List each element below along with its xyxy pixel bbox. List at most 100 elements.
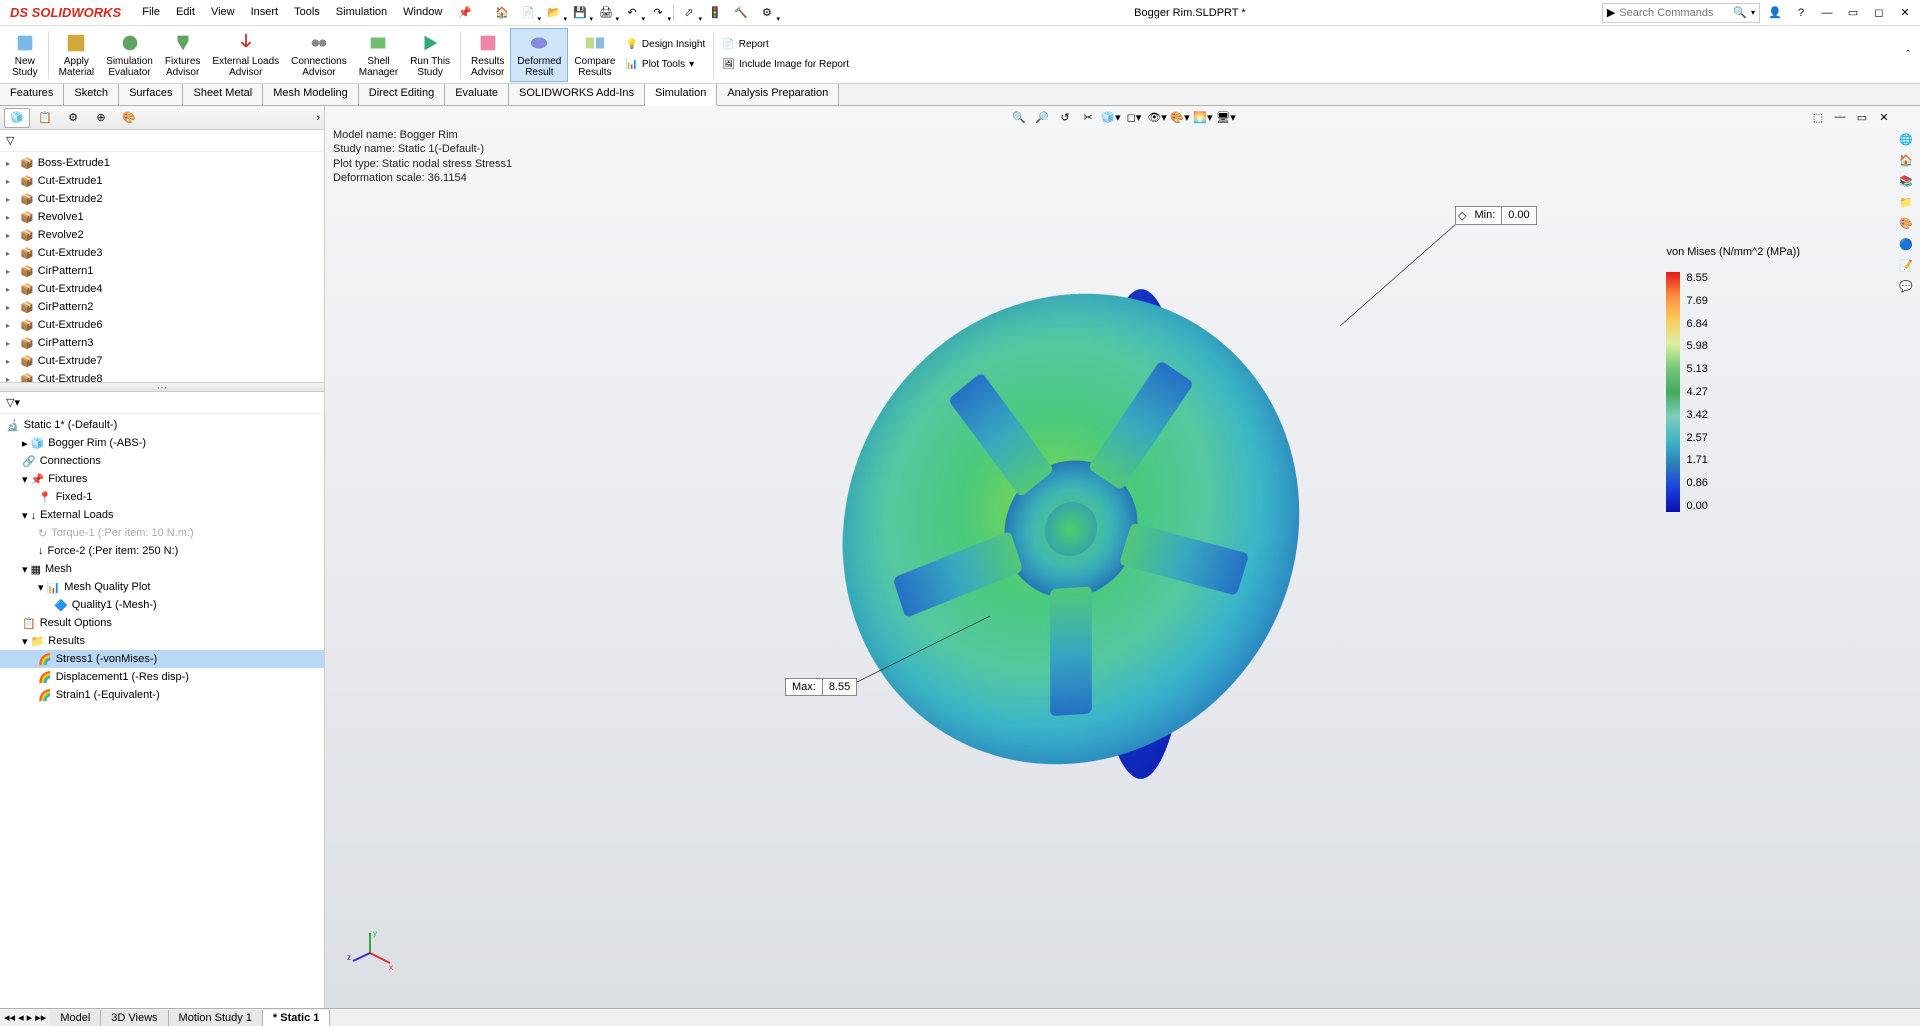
- tab-sheet-metal[interactable]: Sheet Metal: [183, 84, 263, 105]
- restore-icon[interactable]: ▭: [1842, 3, 1864, 23]
- maximize-icon[interactable]: ◻: [1868, 3, 1890, 23]
- tab-analysis-prep[interactable]: Analysis Preparation: [717, 84, 839, 105]
- doc-maximize-icon[interactable]: ▭: [1852, 108, 1872, 126]
- displacement-plot-node[interactable]: 🌈 Displacement1 (-Res disp-): [0, 668, 324, 686]
- panel-splitter[interactable]: [0, 382, 324, 392]
- user-icon[interactable]: 👤: [1764, 3, 1786, 23]
- compare-results-button[interactable]: CompareResults: [568, 28, 621, 82]
- print-icon[interactable]: 🖨: [595, 3, 617, 23]
- tab-features[interactable]: Features: [0, 84, 64, 105]
- view-orient-icon[interactable]: 🧊▾: [1101, 108, 1121, 126]
- view-settings-icon[interactable]: 🖥▾: [1216, 108, 1236, 126]
- tp-design-library-icon[interactable]: 📚: [1896, 172, 1916, 190]
- run-this-study-button[interactable]: Run ThisStudy: [404, 28, 456, 82]
- tab-sketch[interactable]: Sketch: [64, 84, 119, 105]
- tab-addins[interactable]: SOLIDWORKS Add-Ins: [509, 84, 645, 105]
- feature-revolve2[interactable]: ▸📦Revolve2: [0, 226, 324, 244]
- tp-custom-props-icon[interactable]: 📝: [1896, 256, 1916, 274]
- graphics-viewport[interactable]: 🔍 🔎 ↺ ✂ 🧊▾ ◻▾ 👁▾ 🎨▾ 🌅▾ 🖥▾ 🌐 🏠 📚 📁 🎨 🔵 📝 …: [325, 106, 1920, 1008]
- strain-plot-node[interactable]: 🌈 Strain1 (-Equivalent-): [0, 686, 324, 704]
- doc-link-icon[interactable]: ⬚: [1808, 108, 1828, 126]
- display-manager-tab-icon[interactable]: 🎨: [116, 108, 142, 128]
- tp-view-palette-icon[interactable]: 🎨: [1896, 214, 1916, 232]
- feature-cirpattern3[interactable]: ▸📦CirPattern3: [0, 334, 324, 352]
- doc-minimize-icon[interactable]: —: [1830, 108, 1850, 126]
- appearance-icon[interactable]: 🎨▾: [1170, 108, 1190, 126]
- options-icon[interactable]: ⚙: [756, 3, 778, 23]
- force-node[interactable]: ↓ Force-2 (:Per item: 250 N:): [0, 542, 324, 560]
- search-commands[interactable]: ▶ 🔍 ▾: [1602, 3, 1760, 23]
- apply-material-button[interactable]: ApplyMaterial: [53, 28, 101, 82]
- ribbon-collapse-icon[interactable]: ˆ: [1902, 45, 1914, 65]
- config-manager-tab-icon[interactable]: ⚙: [60, 108, 86, 128]
- tp-home-icon[interactable]: 🏠: [1896, 151, 1916, 169]
- btab-motion[interactable]: Motion Study 1: [169, 1010, 263, 1026]
- section-view-icon[interactable]: ✂: [1078, 108, 1098, 126]
- study-node[interactable]: 🔬 Static 1* (-Default-): [0, 416, 324, 434]
- tab-evaluate[interactable]: Evaluate: [445, 84, 509, 105]
- rebuild-icon[interactable]: 🔨: [730, 3, 752, 23]
- new-icon[interactable]: 📄: [517, 3, 539, 23]
- max-callout[interactable]: Max: 8.55: [785, 678, 857, 696]
- deformed-result-button[interactable]: DeformedResult: [510, 28, 568, 82]
- simulation-evaluator-button[interactable]: SimulationEvaluator: [100, 28, 159, 82]
- result-options-node[interactable]: 📋 Result Options: [0, 614, 324, 632]
- feature-cut-extrude2[interactable]: ▸📦Cut-Extrude2: [0, 190, 324, 208]
- minimize-icon[interactable]: —: [1816, 3, 1838, 23]
- feature-boss-extrude1[interactable]: ▸📦Boss-Extrude1: [0, 154, 324, 172]
- open-icon[interactable]: 📂: [543, 3, 565, 23]
- feature-cut-extrude6[interactable]: ▸📦Cut-Extrude6: [0, 316, 324, 334]
- feature-cut-extrude3[interactable]: ▸📦Cut-Extrude3: [0, 244, 324, 262]
- report-button[interactable]: 📄 Report: [722, 36, 849, 54]
- hide-show-icon[interactable]: 👁▾: [1147, 108, 1167, 126]
- quality-node[interactable]: 🔷 Quality1 (-Mesh-): [0, 596, 324, 614]
- sim-filter-icon[interactable]: ▽▾: [6, 396, 20, 409]
- feature-cut-extrude4[interactable]: ▸📦Cut-Extrude4: [0, 280, 324, 298]
- new-study-button[interactable]: NewStudy: [6, 28, 44, 82]
- traffic-light-icon[interactable]: 🚦: [704, 3, 726, 23]
- help-icon[interactable]: ?: [1790, 3, 1812, 23]
- tab-mesh-modeling[interactable]: Mesh Modeling: [263, 84, 359, 105]
- shell-manager-button[interactable]: ShellManager: [353, 28, 404, 82]
- view-triad[interactable]: y x z: [345, 928, 395, 978]
- feature-revolve1[interactable]: ▸📦Revolve1: [0, 208, 324, 226]
- fixtures-advisor-button[interactable]: FixturesAdvisor: [159, 28, 207, 82]
- zoom-area-icon[interactable]: 🔎: [1032, 108, 1052, 126]
- search-input[interactable]: [1619, 7, 1729, 19]
- external-loads-advisor-button[interactable]: External LoadsAdvisor: [206, 28, 285, 82]
- save-icon[interactable]: 💾: [569, 3, 591, 23]
- undo-icon[interactable]: ↶: [621, 3, 643, 23]
- tab-nav-arrows[interactable]: ◂◂ ◂ ▸ ▸▸: [0, 1011, 50, 1024]
- mesh-node[interactable]: ▾ ▦ Mesh: [0, 560, 324, 578]
- tp-file-explorer-icon[interactable]: 📁: [1896, 193, 1916, 211]
- property-manager-tab-icon[interactable]: 📋: [32, 108, 58, 128]
- stress-plot-node[interactable]: 🌈 Stress1 (-vonMises-): [0, 650, 324, 668]
- loads-node[interactable]: ▾ ↓ External Loads: [0, 506, 324, 524]
- torque-node[interactable]: ↻ Torque-1 (:Per item: 10 N.m:): [0, 524, 324, 542]
- feature-manager-tab-icon[interactable]: 🧊: [4, 108, 30, 128]
- tp-appearances-icon[interactable]: 🔵: [1896, 235, 1916, 253]
- tab-simulation[interactable]: Simulation: [645, 84, 717, 106]
- prev-view-icon[interactable]: ↺: [1055, 108, 1075, 126]
- connections-advisor-button[interactable]: ConnectionsAdvisor: [285, 28, 353, 82]
- fixed-node[interactable]: 📍 Fixed-1: [0, 488, 324, 506]
- close-icon[interactable]: ✕: [1894, 3, 1916, 23]
- search-icon[interactable]: 🔍: [1733, 6, 1747, 19]
- dim-manager-tab-icon[interactable]: ⊕: [88, 108, 114, 128]
- panel-expand-icon[interactable]: ›: [316, 112, 320, 124]
- menu-file[interactable]: File: [135, 3, 167, 22]
- include-image-button[interactable]: 🖼 Include Image for Report: [722, 56, 849, 74]
- doc-close-icon[interactable]: ✕: [1874, 108, 1894, 126]
- redo-icon[interactable]: ↷: [647, 3, 669, 23]
- feature-cirpattern1[interactable]: ▸📦CirPattern1: [0, 262, 324, 280]
- tab-direct-editing[interactable]: Direct Editing: [359, 84, 445, 105]
- tp-forum-icon[interactable]: 💬: [1896, 277, 1916, 295]
- menu-simulation[interactable]: Simulation: [329, 3, 394, 22]
- color-legend[interactable]: von Mises (N/mm^2 (MPa)) 8.557.696.845.9…: [1666, 246, 1800, 512]
- scene-icon[interactable]: 🌅▾: [1193, 108, 1213, 126]
- plot-tools-button[interactable]: 📊 Plot Tools ▾: [625, 56, 705, 74]
- fixtures-node[interactable]: ▾ 📌 Fixtures: [0, 470, 324, 488]
- menu-edit[interactable]: Edit: [169, 3, 202, 22]
- display-style-icon[interactable]: ◻▾: [1124, 108, 1144, 126]
- results-node[interactable]: ▾ 📁 Results: [0, 632, 324, 650]
